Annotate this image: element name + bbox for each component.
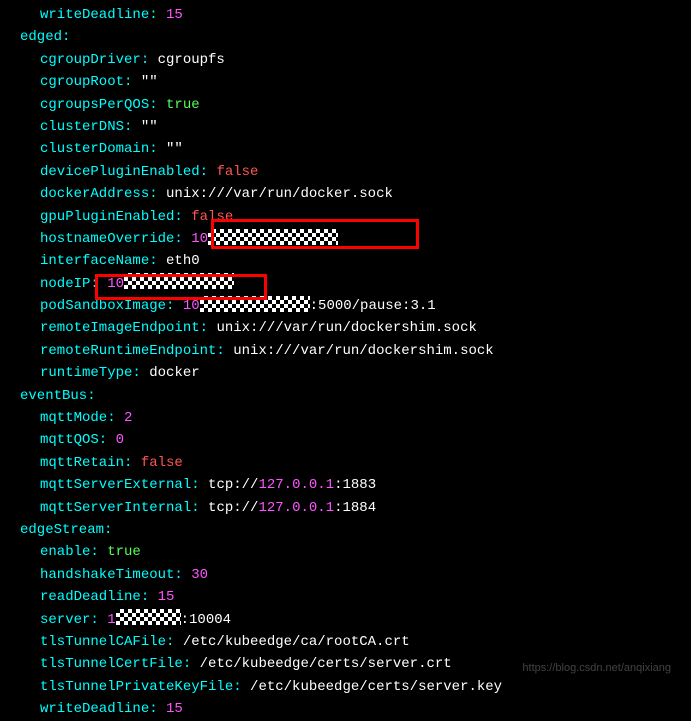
config-line: tlsTunnelCAFile: /etc/kubeedge/ca/rootCA… [0,631,691,653]
section-edged: edged: [0,26,691,48]
config-line: handshakeTimeout: 30 [0,564,691,586]
config-line: mqttQOS: 0 [0,429,691,451]
redacted-block [124,273,234,289]
config-line: cgroupRoot: "" [0,71,691,93]
config-line: devicePluginEnabled: false [0,161,691,183]
config-line: mqttServerExternal: tcp://127.0.0.1:1883 [0,474,691,496]
section-edgeStream: edgeStream: [0,519,691,541]
config-line: server: 1:10004 [0,609,691,631]
config-line: gpuPluginEnabled: false [0,206,691,228]
config-line: cgroupDriver: cgroupfs [0,49,691,71]
redacted-block [200,296,310,312]
config-line: writeDeadline: 15 [0,4,691,26]
config-line: tlsTunnelPrivateKeyFile: /etc/kubeedge/c… [0,676,691,698]
config-line: clusterDomain: "" [0,138,691,160]
config-line: clusterDNS: "" [0,116,691,138]
redacted-block [208,229,338,245]
config-line: writeDeadline: 15 [0,698,691,720]
config-line: podSandboxImage: 10:5000/pause:3.1 [0,295,691,317]
terminal-output: writeDeadline: 15 edged: cgroupDriver: c… [0,4,691,721]
config-line: runtimeType: docker [0,362,691,384]
config-line-nodeIP: nodeIP: 10 [0,273,691,295]
config-line: mqttRetain: false [0,452,691,474]
config-line: interfaceName: eth0 [0,250,691,272]
config-line: mqttServerInternal: tcp://127.0.0.1:1884 [0,497,691,519]
config-line: remoteImageEndpoint: unix:///var/run/doc… [0,317,691,339]
config-line: readDeadline: 15 [0,586,691,608]
redacted-block [116,609,181,625]
config-line: enable: true [0,541,691,563]
config-line: cgroupsPerQOS: true [0,94,691,116]
config-line: dockerAddress: unix:///var/run/docker.so… [0,183,691,205]
config-line: mqttMode: 2 [0,407,691,429]
config-line: remoteRuntimeEndpoint: unix:///var/run/d… [0,340,691,362]
watermark-text: https://blog.csdn.net/anqixiang [522,660,671,678]
section-eventBus: eventBus: [0,385,691,407]
config-line-hostnameOverride: hostnameOverride: 10 [0,228,691,250]
